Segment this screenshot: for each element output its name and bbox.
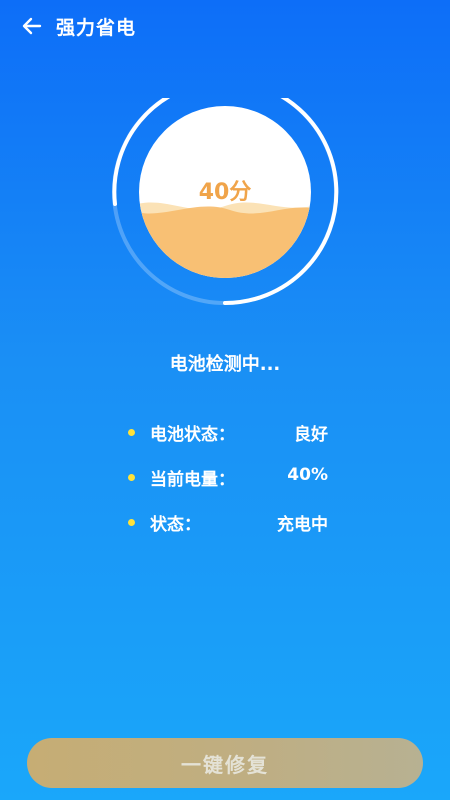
detection-status: 电池检测中... [169, 354, 281, 375]
info-row-charge-state: 状态： 充电中 [128, 508, 328, 553]
info-value: 良好 [294, 425, 328, 445]
repair-button-label: 一键修复 [181, 752, 269, 777]
battery-info-list: 电池状态： 良好 当前电量： 40% 状态： 充电中 [128, 418, 328, 553]
info-value: 40% [287, 465, 328, 485]
battery-score-gauge: 40分 [110, 98, 340, 306]
info-label: 当前电量： [150, 470, 235, 490]
bullet-icon [128, 429, 135, 436]
info-label: 状态： [150, 515, 201, 535]
bullet-icon [128, 519, 135, 526]
app-header: 强力省电 [0, 0, 450, 52]
info-value: 充电中 [277, 515, 328, 535]
back-button[interactable] [18, 12, 46, 40]
info-row-current-level: 当前电量： 40% [128, 463, 328, 508]
info-row-battery-health: 电池状态： 良好 [128, 418, 328, 463]
page-title: 强力省电 [56, 17, 137, 39]
arrow-left-icon [22, 17, 42, 35]
battery-score: 40分 [198, 180, 252, 205]
info-label: 电池状态： [150, 425, 235, 445]
bullet-icon [128, 474, 135, 481]
one-key-repair-button[interactable]: 一键修复 [27, 738, 423, 788]
